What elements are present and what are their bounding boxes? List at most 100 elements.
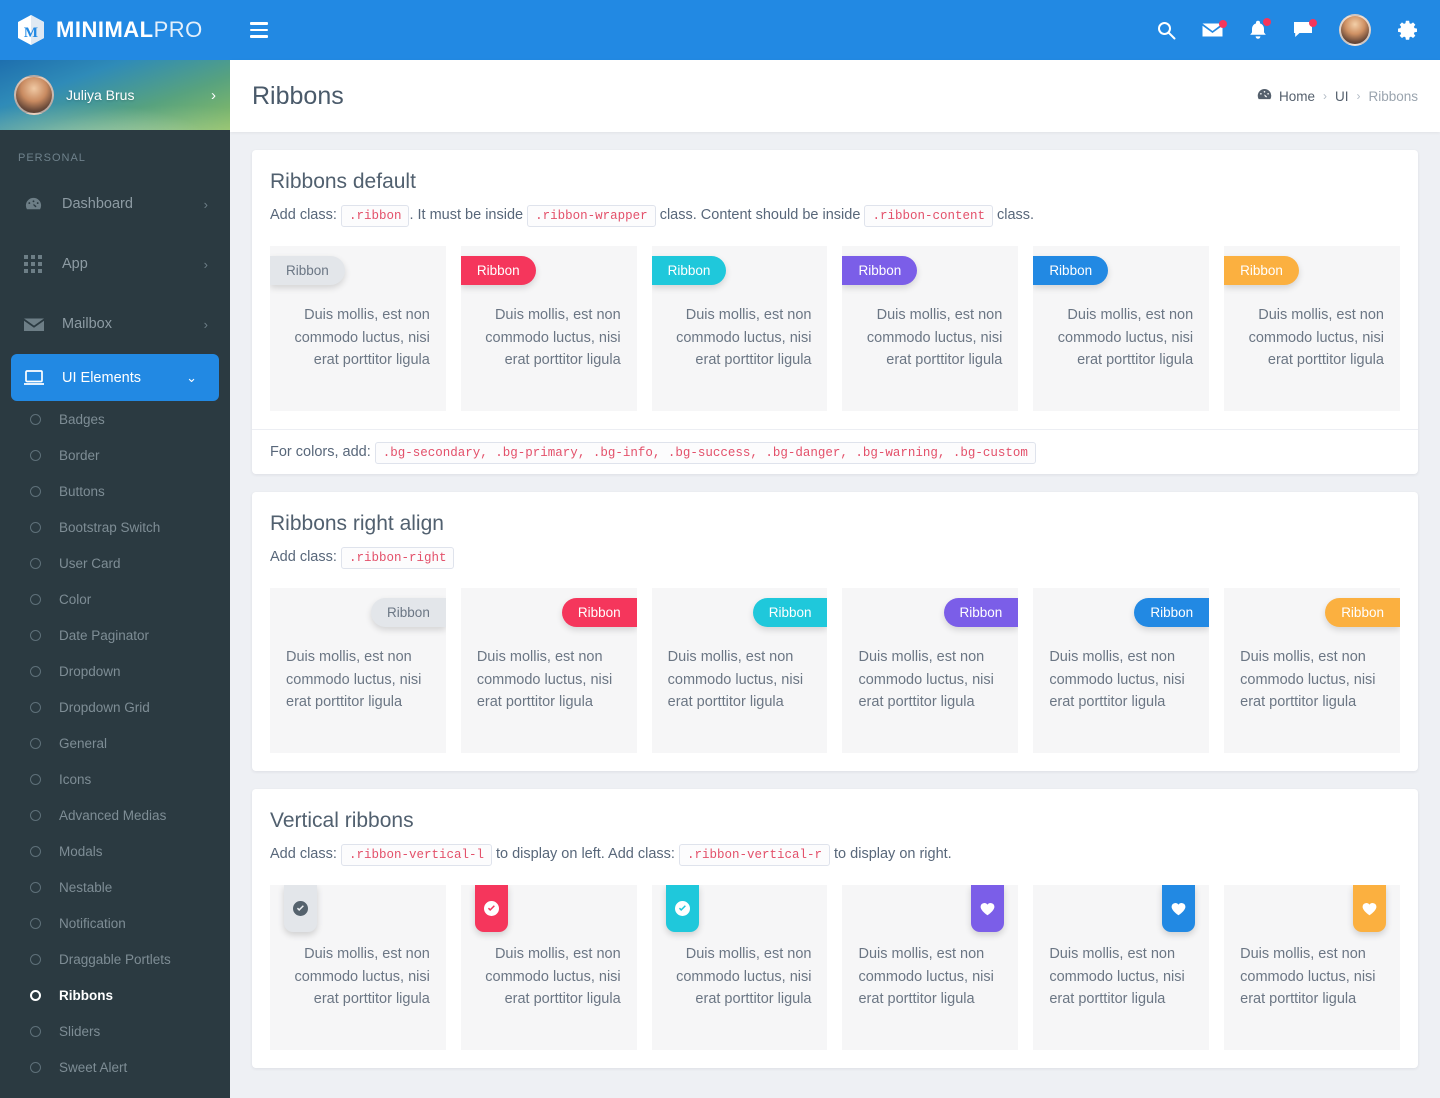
breadcrumb-ui[interactable]: UI <box>1335 89 1349 104</box>
ribbon-badge: Ribbon <box>460 256 536 286</box>
main-area: Ribbons Home › UI › Ribbons Ribbons defa… <box>230 0 1440 1098</box>
sidebar-subitem-advanced-medias[interactable]: Advanced Medias <box>0 797 230 833</box>
ribbon-wrapper: Ribbon Duis mollis, est non commodo luct… <box>1224 246 1400 412</box>
sidebar-subitem-general[interactable]: General <box>0 725 230 761</box>
avatar[interactable] <box>1339 14 1371 46</box>
circle-bullet-icon <box>30 809 41 821</box>
circle-bullet-icon <box>30 737 41 749</box>
ribbon-wrapper: Duis mollis, est non commodo luctus, nis… <box>1033 885 1210 1051</box>
sidebar-subitem-label: Date Paginator <box>59 627 150 643</box>
sidebar-subitem-modals[interactable]: Modals <box>0 833 230 869</box>
breadcrumb-home[interactable]: Home <box>1257 88 1315 105</box>
sidebar-subitem-border[interactable]: Border <box>0 437 230 473</box>
heart-icon <box>1352 885 1386 933</box>
sidebar-subitem-date-paginator[interactable]: Date Paginator <box>0 617 230 653</box>
avatar <box>14 75 54 115</box>
circle-bullet-icon <box>30 557 41 569</box>
ribbon-wrapper: Ribbon Duis mollis, est non commodo luct… <box>460 588 637 754</box>
sidebar-subitem-label: Sweet Alert <box>59 1059 128 1075</box>
search-icon[interactable] <box>1156 20 1176 40</box>
desc-text: Add class: <box>270 207 337 223</box>
envelope-icon[interactable] <box>1202 20 1227 38</box>
brand-header[interactable]: M MINIMALPRO <box>0 0 230 60</box>
sidebar-item-label: Mailbox <box>62 316 112 332</box>
desc-text: class. Content should be inside <box>659 207 861 223</box>
ribbon-wrapper: Ribbon Duis mollis, est non commodo luct… <box>460 246 637 412</box>
chat-bubble-icon[interactable] <box>1293 19 1317 39</box>
hamburger-menu-icon[interactable] <box>250 22 272 38</box>
ribbon-badge: Ribbon <box>1134 598 1210 628</box>
check-circle-icon <box>284 885 317 933</box>
code-snippet-ribbon-right: .ribbon-right <box>340 547 455 570</box>
breadcrumb-home-label: Home <box>1278 88 1315 104</box>
circle-bullet-icon <box>30 665 41 677</box>
app-root: M MINIMALPRO Juliya Brus › PERSONAL Dash… <box>0 0 1440 1098</box>
circle-bullet-icon <box>30 485 41 497</box>
sidebar-subitem-icons[interactable]: Icons <box>0 761 230 797</box>
sidebar-profile[interactable]: Juliya Brus › <box>0 60 230 130</box>
notification-badge <box>1219 20 1227 28</box>
ribbon-badge: Ribbon <box>752 598 828 628</box>
sidebar-item-label: Dashboard <box>62 196 133 212</box>
breadcrumb: Home › UI › Ribbons <box>1257 88 1418 105</box>
sidebar-subitem-label: Nestable <box>59 879 113 895</box>
sidebar-subitem-sweet-alert[interactable]: Sweet Alert <box>0 1049 230 1085</box>
gear-icon[interactable] <box>1397 20 1418 41</box>
footer-label: For colors, add: <box>270 444 371 461</box>
breadcrumb-separator: › <box>1322 89 1327 103</box>
sidebar-submenu: Badges Border Buttons Bootstrap Switch U… <box>0 401 230 1085</box>
topbar-actions <box>1156 14 1418 46</box>
sidebar-subitem-dropdown[interactable]: Dropdown <box>0 653 230 689</box>
sidebar-subitem-buttons[interactable]: Buttons <box>0 473 230 509</box>
sidebar-subitem-label: Color <box>59 591 92 607</box>
page-title: Ribbons <box>252 81 344 110</box>
check-circle-icon <box>474 885 508 933</box>
chevron-right-icon: › <box>203 316 208 332</box>
circle-bullet-icon <box>30 917 41 929</box>
sidebar-subitem-nestable[interactable]: Nestable <box>0 869 230 905</box>
ribbon-wrapper: Ribbon Duis mollis, est non commodo luct… <box>1033 246 1210 412</box>
card-title: Ribbons default <box>270 170 416 193</box>
sidebar-subitem-label: Dropdown Grid <box>59 699 150 715</box>
circle-bullet-icon <box>30 953 41 965</box>
ribbon-badge: Ribbon <box>651 256 727 286</box>
sidebar-item-mailbox[interactable]: Mailbox › <box>0 294 230 354</box>
envelope-icon <box>24 317 54 332</box>
sidebar-subitem-label: Sliders <box>59 1023 101 1039</box>
ribbon-wrapper: Duis mollis, est non commodo luctus, nis… <box>460 885 637 1051</box>
sidebar-subitem-label: Buttons <box>59 483 105 499</box>
sidebar-subitem-label: Advanced Medias <box>59 807 167 823</box>
dashboard-home-icon <box>1257 88 1272 105</box>
sidebar-item-ui-elements[interactable]: UI Elements ⌄ <box>11 354 219 401</box>
breadcrumb-separator: › <box>1356 89 1361 103</box>
sidebar-subitem-bootstrap-switch[interactable]: Bootstrap Switch <box>0 509 230 545</box>
circle-bullet-icon <box>30 845 41 857</box>
sidebar-item-dashboard[interactable]: Dashboard › <box>0 174 230 234</box>
sidebar-subitem-ribbons[interactable]: Ribbons <box>0 977 230 1013</box>
sidebar-subitem-color[interactable]: Color <box>0 581 230 617</box>
ribbon-wrapper: Ribbon Duis mollis, est non commodo luct… <box>842 588 1019 754</box>
notification-badge <box>1309 19 1317 27</box>
sidebar-subitem-dropdown-grid[interactable]: Dropdown Grid <box>0 689 230 725</box>
sidebar-subitem-user-card[interactable]: User Card <box>0 545 230 581</box>
breadcrumb-current: Ribbons <box>1368 88 1418 104</box>
card-ribbons-right-align: Ribbons right align Add class: .ribbon-r… <box>252 492 1418 772</box>
sidebar-subitem-badges[interactable]: Badges <box>0 401 230 437</box>
ribbon-badge: Ribbon <box>943 598 1019 628</box>
sidebar-subitem-draggable-portlets[interactable]: Draggable Portlets <box>0 941 230 977</box>
circle-bullet-icon <box>30 701 41 713</box>
sidebar-subitem-label: General <box>59 735 108 751</box>
circle-bullet-icon <box>30 1061 41 1073</box>
card-description: Add class: .ribbon-vertical-l to display… <box>270 841 1400 867</box>
sidebar-subitem-sliders[interactable]: Sliders <box>0 1013 230 1049</box>
page-header: Ribbons Home › UI › Ribbons <box>230 60 1440 132</box>
bell-icon[interactable] <box>1249 18 1271 40</box>
desc-text: to display on right. <box>834 846 952 863</box>
sidebar: M MINIMALPRO Juliya Brus › PERSONAL Dash… <box>0 0 230 1098</box>
code-snippet-ribbon-vertical-r: .ribbon-vertical-r <box>678 844 830 867</box>
sidebar-subitem-notification[interactable]: Notification <box>0 905 230 941</box>
sidebar-item-app[interactable]: App › <box>0 234 230 294</box>
card-title: Ribbons right align <box>270 512 444 536</box>
card-description: Add class: .ribbon. It must be inside .r… <box>270 202 1400 228</box>
ribbon-wrapper: Duis mollis, est non commodo luctus, nis… <box>1224 885 1400 1051</box>
